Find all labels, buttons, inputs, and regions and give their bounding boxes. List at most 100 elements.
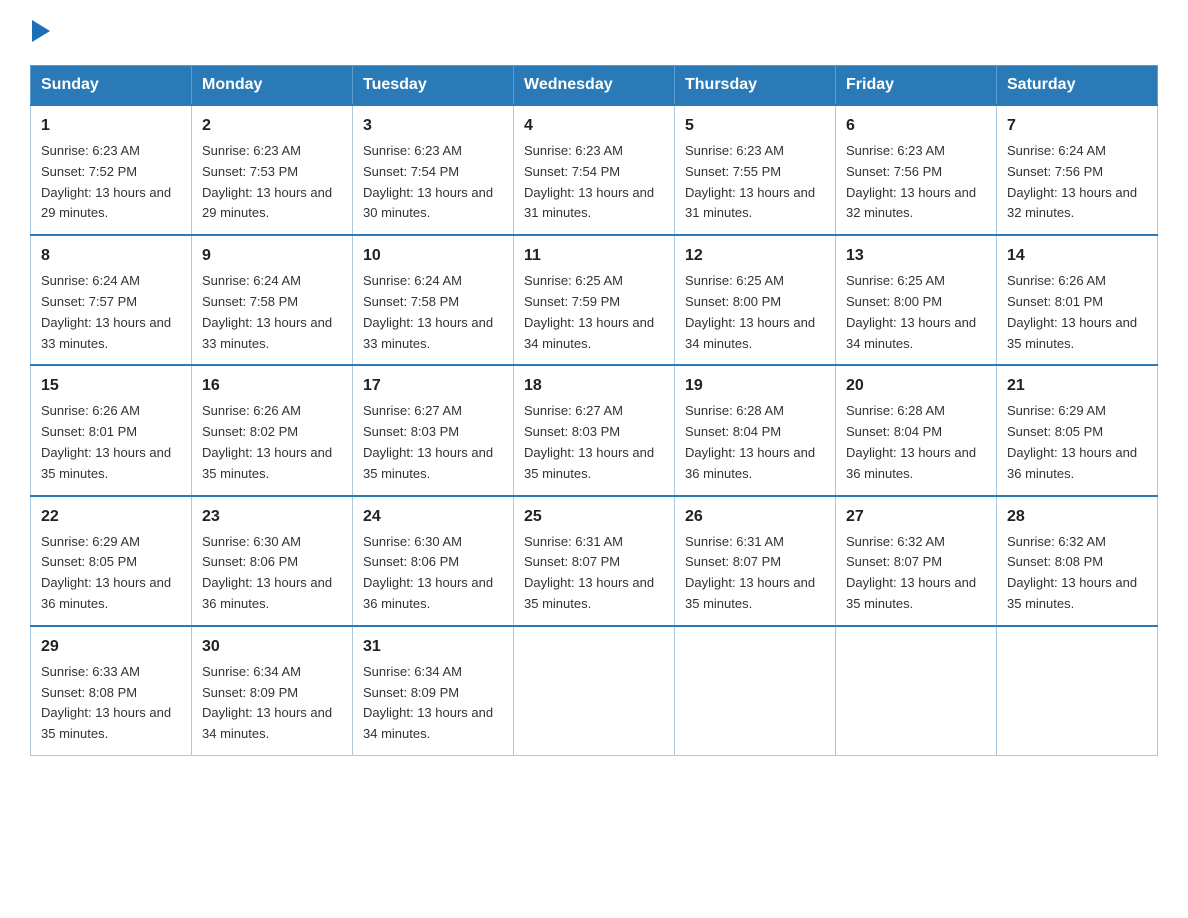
calendar-day-cell: 23 Sunrise: 6:30 AMSunset: 8:06 PMDaylig…: [192, 496, 353, 626]
day-info: Sunrise: 6:24 AMSunset: 7:58 PMDaylight:…: [202, 273, 332, 350]
day-number: 3: [363, 114, 503, 138]
day-number: 12: [685, 244, 825, 268]
day-info: Sunrise: 6:34 AMSunset: 8:09 PMDaylight:…: [202, 664, 332, 741]
day-info: Sunrise: 6:29 AMSunset: 8:05 PMDaylight:…: [41, 534, 171, 611]
day-info: Sunrise: 6:23 AMSunset: 7:56 PMDaylight:…: [846, 143, 976, 220]
calendar-week-row: 29 Sunrise: 6:33 AMSunset: 8:08 PMDaylig…: [31, 626, 1158, 756]
day-number: 18: [524, 374, 664, 398]
day-info: Sunrise: 6:26 AMSunset: 8:01 PMDaylight:…: [41, 403, 171, 480]
day-number: 6: [846, 114, 986, 138]
day-info: Sunrise: 6:29 AMSunset: 8:05 PMDaylight:…: [1007, 403, 1137, 480]
calendar-day-cell: 6 Sunrise: 6:23 AMSunset: 7:56 PMDayligh…: [836, 105, 997, 235]
calendar-day-cell: 17 Sunrise: 6:27 AMSunset: 8:03 PMDaylig…: [353, 365, 514, 495]
calendar-day-cell: 1 Sunrise: 6:23 AMSunset: 7:52 PMDayligh…: [31, 105, 192, 235]
day-number: 27: [846, 505, 986, 529]
day-number: 23: [202, 505, 342, 529]
calendar-day-cell: 10 Sunrise: 6:24 AMSunset: 7:58 PMDaylig…: [353, 235, 514, 365]
day-number: 24: [363, 505, 503, 529]
day-info: Sunrise: 6:24 AMSunset: 7:57 PMDaylight:…: [41, 273, 171, 350]
calendar-day-cell: 4 Sunrise: 6:23 AMSunset: 7:54 PMDayligh…: [514, 105, 675, 235]
day-number: 25: [524, 505, 664, 529]
day-number: 11: [524, 244, 664, 268]
calendar-header-saturday: Saturday: [997, 66, 1158, 106]
day-number: 13: [846, 244, 986, 268]
calendar-day-cell: 26 Sunrise: 6:31 AMSunset: 8:07 PMDaylig…: [675, 496, 836, 626]
calendar-header-friday: Friday: [836, 66, 997, 106]
day-info: Sunrise: 6:23 AMSunset: 7:55 PMDaylight:…: [685, 143, 815, 220]
day-number: 21: [1007, 374, 1147, 398]
day-info: Sunrise: 6:27 AMSunset: 8:03 PMDaylight:…: [363, 403, 493, 480]
calendar-day-cell: 8 Sunrise: 6:24 AMSunset: 7:57 PMDayligh…: [31, 235, 192, 365]
day-info: Sunrise: 6:31 AMSunset: 8:07 PMDaylight:…: [685, 534, 815, 611]
day-info: Sunrise: 6:23 AMSunset: 7:54 PMDaylight:…: [524, 143, 654, 220]
calendar-week-row: 1 Sunrise: 6:23 AMSunset: 7:52 PMDayligh…: [31, 105, 1158, 235]
day-number: 4: [524, 114, 664, 138]
calendar-day-cell: 15 Sunrise: 6:26 AMSunset: 8:01 PMDaylig…: [31, 365, 192, 495]
calendar-day-cell: 13 Sunrise: 6:25 AMSunset: 8:00 PMDaylig…: [836, 235, 997, 365]
day-number: 9: [202, 244, 342, 268]
calendar-day-cell: 20 Sunrise: 6:28 AMSunset: 8:04 PMDaylig…: [836, 365, 997, 495]
day-number: 10: [363, 244, 503, 268]
day-info: Sunrise: 6:30 AMSunset: 8:06 PMDaylight:…: [202, 534, 332, 611]
calendar-header-sunday: Sunday: [31, 66, 192, 106]
day-number: 22: [41, 505, 181, 529]
calendar-day-cell: 9 Sunrise: 6:24 AMSunset: 7:58 PMDayligh…: [192, 235, 353, 365]
calendar-day-cell: 25 Sunrise: 6:31 AMSunset: 8:07 PMDaylig…: [514, 496, 675, 626]
day-number: 2: [202, 114, 342, 138]
day-number: 26: [685, 505, 825, 529]
calendar-day-cell: 14 Sunrise: 6:26 AMSunset: 8:01 PMDaylig…: [997, 235, 1158, 365]
calendar-day-cell: 3 Sunrise: 6:23 AMSunset: 7:54 PMDayligh…: [353, 105, 514, 235]
day-info: Sunrise: 6:32 AMSunset: 8:07 PMDaylight:…: [846, 534, 976, 611]
day-number: 20: [846, 374, 986, 398]
calendar-header-monday: Monday: [192, 66, 353, 106]
calendar-day-cell: 22 Sunrise: 6:29 AMSunset: 8:05 PMDaylig…: [31, 496, 192, 626]
day-info: Sunrise: 6:26 AMSunset: 8:01 PMDaylight:…: [1007, 273, 1137, 350]
calendar-day-cell: [836, 626, 997, 756]
day-info: Sunrise: 6:23 AMSunset: 7:54 PMDaylight:…: [363, 143, 493, 220]
calendar-day-cell: 2 Sunrise: 6:23 AMSunset: 7:53 PMDayligh…: [192, 105, 353, 235]
day-info: Sunrise: 6:32 AMSunset: 8:08 PMDaylight:…: [1007, 534, 1137, 611]
calendar-day-cell: 7 Sunrise: 6:24 AMSunset: 7:56 PMDayligh…: [997, 105, 1158, 235]
day-number: 5: [685, 114, 825, 138]
day-number: 1: [41, 114, 181, 138]
calendar-week-row: 8 Sunrise: 6:24 AMSunset: 7:57 PMDayligh…: [31, 235, 1158, 365]
day-info: Sunrise: 6:25 AMSunset: 8:00 PMDaylight:…: [685, 273, 815, 350]
calendar-table: SundayMondayTuesdayWednesdayThursdayFrid…: [30, 65, 1158, 756]
day-info: Sunrise: 6:31 AMSunset: 8:07 PMDaylight:…: [524, 534, 654, 611]
calendar-day-cell: 29 Sunrise: 6:33 AMSunset: 8:08 PMDaylig…: [31, 626, 192, 756]
day-info: Sunrise: 6:27 AMSunset: 8:03 PMDaylight:…: [524, 403, 654, 480]
day-info: Sunrise: 6:28 AMSunset: 8:04 PMDaylight:…: [846, 403, 976, 480]
calendar-week-row: 15 Sunrise: 6:26 AMSunset: 8:01 PMDaylig…: [31, 365, 1158, 495]
day-info: Sunrise: 6:28 AMSunset: 8:04 PMDaylight:…: [685, 403, 815, 480]
day-info: Sunrise: 6:34 AMSunset: 8:09 PMDaylight:…: [363, 664, 493, 741]
calendar-day-cell: 12 Sunrise: 6:25 AMSunset: 8:00 PMDaylig…: [675, 235, 836, 365]
day-number: 8: [41, 244, 181, 268]
calendar-day-cell: 21 Sunrise: 6:29 AMSunset: 8:05 PMDaylig…: [997, 365, 1158, 495]
calendar-day-cell: 24 Sunrise: 6:30 AMSunset: 8:06 PMDaylig…: [353, 496, 514, 626]
day-number: 31: [363, 635, 503, 659]
logo: [30, 20, 50, 47]
day-info: Sunrise: 6:23 AMSunset: 7:53 PMDaylight:…: [202, 143, 332, 220]
calendar-day-cell: [675, 626, 836, 756]
page-header: [30, 20, 1158, 47]
day-number: 16: [202, 374, 342, 398]
calendar-day-cell: [514, 626, 675, 756]
calendar-day-cell: 28 Sunrise: 6:32 AMSunset: 8:08 PMDaylig…: [997, 496, 1158, 626]
calendar-day-cell: 5 Sunrise: 6:23 AMSunset: 7:55 PMDayligh…: [675, 105, 836, 235]
day-number: 17: [363, 374, 503, 398]
calendar-header-row: SundayMondayTuesdayWednesdayThursdayFrid…: [31, 66, 1158, 106]
day-info: Sunrise: 6:33 AMSunset: 8:08 PMDaylight:…: [41, 664, 171, 741]
day-number: 29: [41, 635, 181, 659]
day-info: Sunrise: 6:23 AMSunset: 7:52 PMDaylight:…: [41, 143, 171, 220]
calendar-day-cell: [997, 626, 1158, 756]
day-number: 19: [685, 374, 825, 398]
day-info: Sunrise: 6:30 AMSunset: 8:06 PMDaylight:…: [363, 534, 493, 611]
day-info: Sunrise: 6:25 AMSunset: 7:59 PMDaylight:…: [524, 273, 654, 350]
calendar-day-cell: 19 Sunrise: 6:28 AMSunset: 8:04 PMDaylig…: [675, 365, 836, 495]
day-info: Sunrise: 6:24 AMSunset: 7:58 PMDaylight:…: [363, 273, 493, 350]
calendar-header-thursday: Thursday: [675, 66, 836, 106]
day-info: Sunrise: 6:26 AMSunset: 8:02 PMDaylight:…: [202, 403, 332, 480]
calendar-day-cell: 18 Sunrise: 6:27 AMSunset: 8:03 PMDaylig…: [514, 365, 675, 495]
day-number: 30: [202, 635, 342, 659]
calendar-day-cell: 31 Sunrise: 6:34 AMSunset: 8:09 PMDaylig…: [353, 626, 514, 756]
